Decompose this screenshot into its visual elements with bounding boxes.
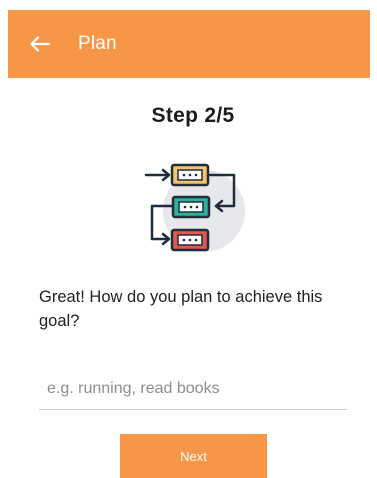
plan-input-container bbox=[39, 368, 347, 410]
page-title: Plan bbox=[78, 33, 117, 54]
arrow-left-icon bbox=[30, 36, 50, 52]
next-button[interactable]: Next bbox=[120, 434, 267, 478]
plan-flow-icon bbox=[138, 156, 248, 266]
step-indicator: Step 2/5 bbox=[151, 104, 235, 127]
plan-screen: Plan Step 2/5 Great! How do you plan to … bbox=[0, 0, 377, 478]
plan-input[interactable] bbox=[39, 368, 347, 409]
back-button[interactable] bbox=[16, 10, 64, 78]
plan-question: Great! How do you plan to achieve this g… bbox=[39, 288, 323, 330]
app-bar: Plan bbox=[8, 10, 370, 78]
